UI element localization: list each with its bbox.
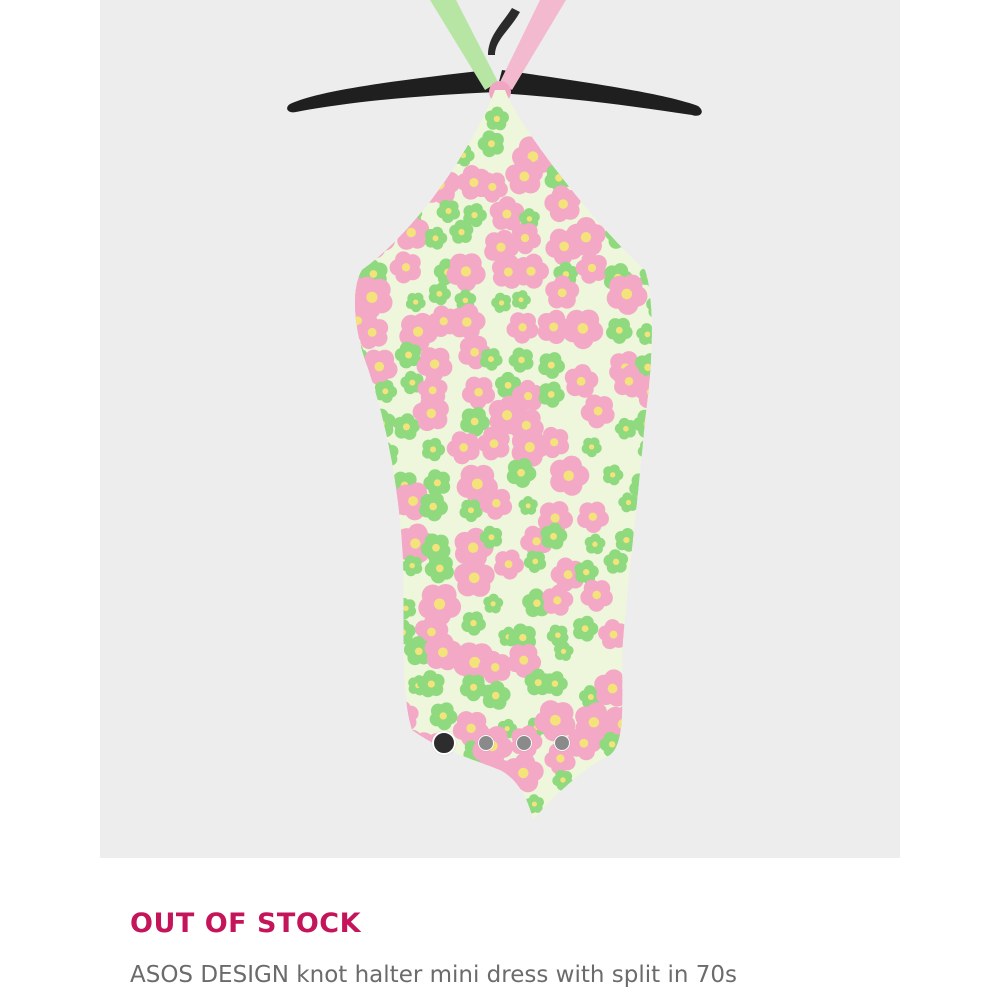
stock-status: OUT OF STOCK bbox=[130, 908, 362, 939]
carousel-dot[interactable] bbox=[478, 735, 494, 751]
product-info: OUT OF STOCK ASOS DESIGN knot halter min… bbox=[100, 858, 900, 1000]
product-card[interactable]: OUT OF STOCK ASOS DESIGN knot halter min… bbox=[100, 0, 900, 1000]
dress-illustration bbox=[287, 0, 702, 820]
product-image[interactable] bbox=[100, 0, 900, 858]
product-title[interactable]: ASOS DESIGN knot halter mini dress with … bbox=[130, 962, 737, 988]
carousel-dot-active[interactable] bbox=[432, 731, 456, 755]
carousel-dot[interactable] bbox=[554, 735, 570, 751]
carousel-dots bbox=[432, 731, 570, 755]
carousel-dot[interactable] bbox=[516, 735, 532, 751]
